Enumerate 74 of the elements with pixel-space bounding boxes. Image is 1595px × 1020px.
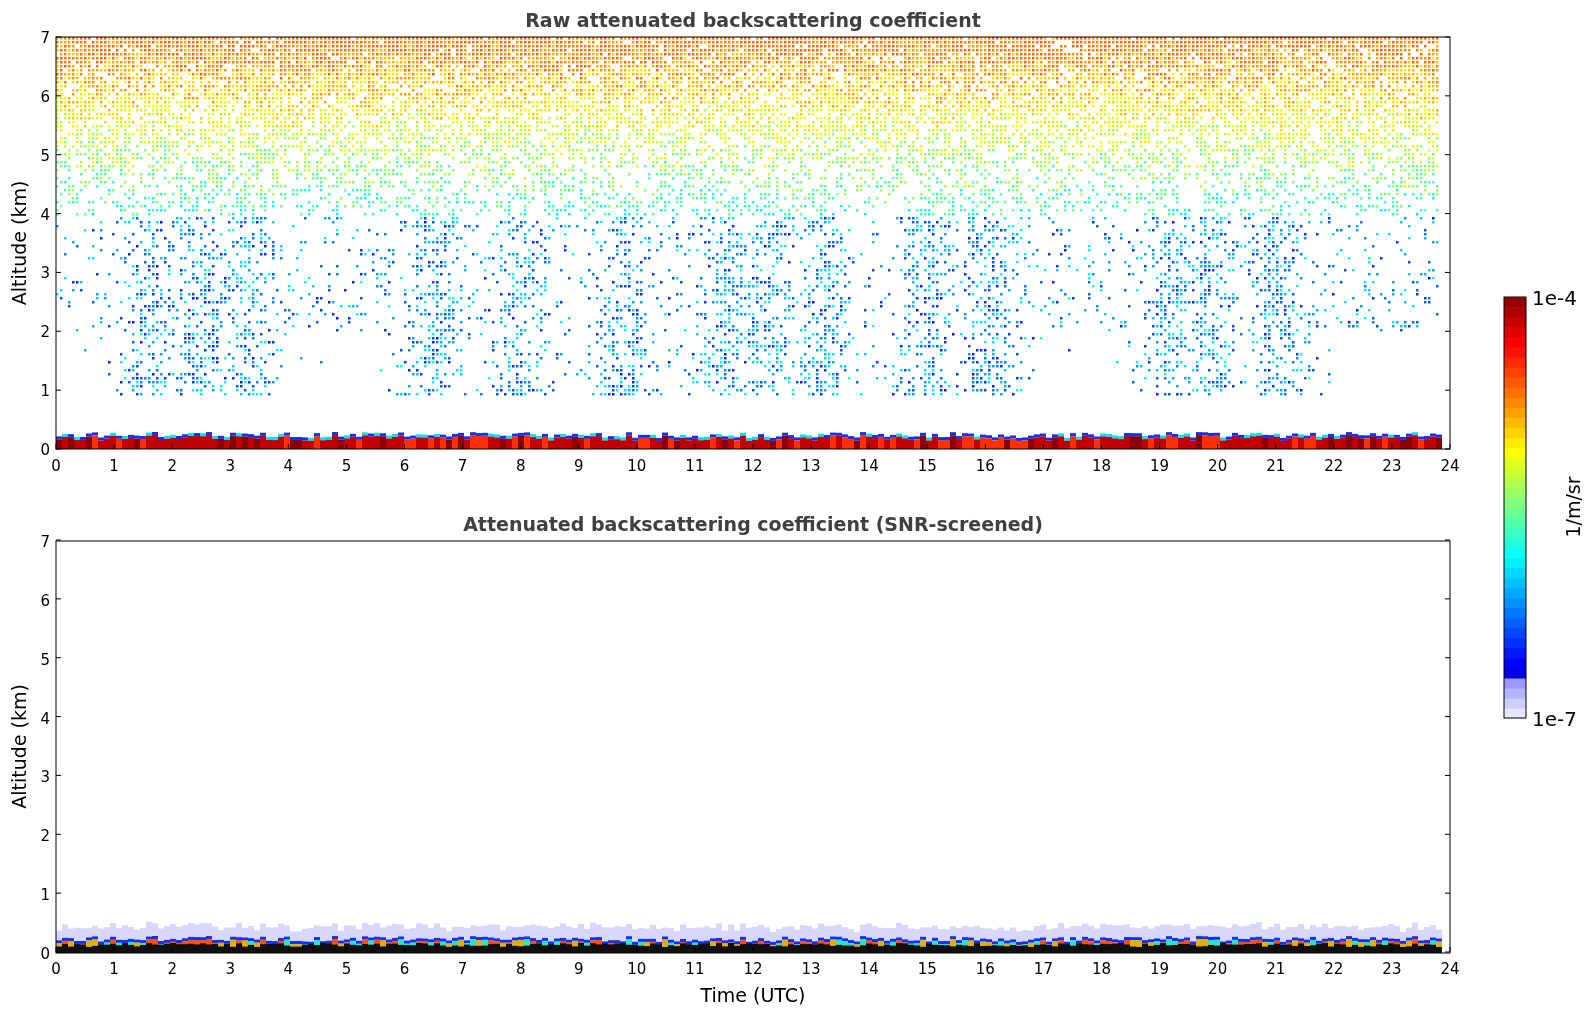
tick-label: 14 bbox=[859, 960, 879, 978]
tick-label: 2 bbox=[40, 827, 50, 846]
tick-label: 18 bbox=[1091, 457, 1112, 475]
axis-label: Time (UTC) bbox=[700, 984, 806, 1006]
tick-label: 6 bbox=[40, 591, 50, 610]
tick-label: 6 bbox=[40, 87, 50, 106]
tick-label: 3 bbox=[225, 457, 235, 475]
plot-title: Attenuated backscattering coefficient (SNR-screened) bbox=[463, 513, 1043, 535]
tick-label: 9 bbox=[574, 960, 584, 978]
tick-label: 21 bbox=[1266, 457, 1286, 475]
tick-label: 12 bbox=[743, 457, 763, 475]
tick-label: 16 bbox=[975, 960, 995, 978]
tick-label: 20 bbox=[1208, 960, 1228, 978]
tick-label: 4 bbox=[283, 960, 294, 978]
tick-label: 11 bbox=[685, 960, 705, 978]
tick-label: 10 bbox=[627, 960, 647, 978]
tick-label: 4 bbox=[40, 709, 50, 728]
tick-label: 15 bbox=[917, 960, 937, 978]
colorbar-label: 1e-7 bbox=[1532, 707, 1577, 731]
tick-label: 3 bbox=[225, 960, 235, 978]
tick-label: 3 bbox=[40, 768, 50, 787]
tick-label: 2 bbox=[167, 960, 177, 978]
tick-label: 17 bbox=[1033, 457, 1053, 475]
tick-label: 7 bbox=[40, 29, 50, 47]
tick-label: 5 bbox=[341, 960, 352, 978]
axis-label: Altitude (km) bbox=[8, 684, 30, 809]
tick-label: 16 bbox=[975, 457, 995, 475]
tick-label: 7 bbox=[40, 533, 50, 551]
tick-label: 20 bbox=[1208, 457, 1228, 475]
tick-label: 0 bbox=[40, 441, 50, 459]
tick-label: 7 bbox=[457, 457, 468, 475]
tick-label: 8 bbox=[515, 960, 526, 978]
tick-label: 0 bbox=[40, 945, 50, 963]
tick-label: 17 bbox=[1033, 960, 1053, 978]
tick-label: 23 bbox=[1382, 457, 1402, 475]
tick-label: 5 bbox=[341, 457, 352, 475]
tick-label: 18 bbox=[1091, 960, 1112, 978]
colorbar-unit: 1/m/sr bbox=[1562, 476, 1584, 538]
tick-label: 13 bbox=[801, 960, 821, 978]
tick-label: 14 bbox=[859, 457, 879, 475]
tick-label: 11 bbox=[685, 457, 705, 475]
tick-label: 6 bbox=[399, 457, 410, 475]
tick-label: 0 bbox=[51, 960, 61, 978]
tick-label: 8 bbox=[515, 457, 526, 475]
tick-label: 19 bbox=[1150, 457, 1170, 475]
tick-label: 24 bbox=[1440, 457, 1460, 475]
tick-label: 23 bbox=[1382, 960, 1402, 978]
tick-label: 21 bbox=[1266, 960, 1286, 978]
tick-label: 13 bbox=[801, 457, 821, 475]
axis-label: Altitude (km) bbox=[8, 180, 30, 306]
tick-label: 24 bbox=[1440, 960, 1460, 978]
tick-label: 22 bbox=[1324, 457, 1344, 475]
tick-label: 3 bbox=[40, 264, 50, 283]
tick-label: 2 bbox=[40, 323, 50, 342]
plot-title: Raw attenuated backscattering coefficient bbox=[525, 9, 981, 31]
tick-label: 1 bbox=[40, 886, 50, 905]
tick-label: 12 bbox=[743, 960, 763, 978]
tick-label: 19 bbox=[1150, 960, 1170, 978]
colorbar-label: 1e-4 bbox=[1532, 286, 1577, 310]
tick-label: 4 bbox=[283, 457, 294, 475]
tick-label: 22 bbox=[1324, 960, 1344, 978]
tick-label: 5 bbox=[40, 650, 50, 669]
tick-label: 6 bbox=[399, 960, 410, 978]
tick-label: 1 bbox=[40, 382, 50, 401]
tick-label: 1 bbox=[109, 457, 119, 475]
tick-label: 7 bbox=[457, 960, 468, 978]
tick-label: 1 bbox=[109, 960, 119, 978]
tick-label: 4 bbox=[40, 205, 50, 224]
tick-label: 15 bbox=[917, 457, 937, 475]
tick-label: 0 bbox=[51, 457, 61, 475]
tick-label: 5 bbox=[40, 146, 50, 165]
tick-label: 10 bbox=[627, 457, 647, 475]
tick-label: 9 bbox=[574, 457, 584, 475]
tick-label: 2 bbox=[167, 457, 177, 475]
